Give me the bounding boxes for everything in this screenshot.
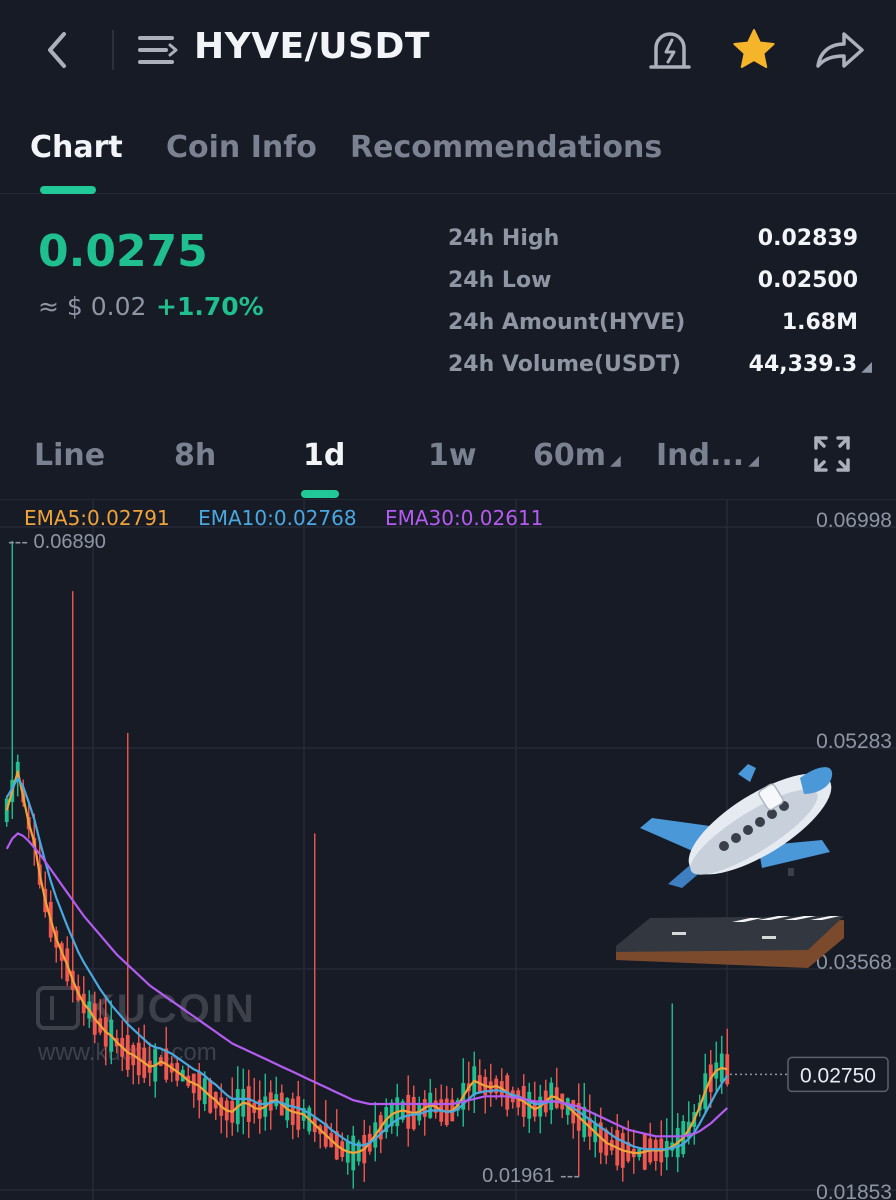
fullscreen-button[interactable] [812,434,852,474]
interval-line[interactable]: Line [34,438,105,473]
share-arrow-icon [816,32,864,68]
dropdown-triangle-icon: ◢ [610,453,621,469]
ema10-label: EMA10:0.02768 [198,506,357,530]
active-interval-indicator [301,490,339,498]
ema30-label: EMA30:0.02611 [384,506,544,530]
tab-bar: Chart Coin Info Recommendations [0,110,896,194]
tab-chart[interactable]: Chart [30,130,123,165]
y-axis-tick-label: 0.01853 [816,1181,892,1200]
price-alert-button[interactable] [646,26,694,74]
menu-icon [138,36,178,64]
dropdown-triangle-icon: ◢ [748,453,759,469]
stat-label-24h-amount: 24h Amount(HYVE) [448,310,686,335]
indicators-label: Ind... [656,438,745,473]
share-button[interactable] [812,26,866,74]
favorite-button[interactable] [730,26,778,74]
tab-recommendations[interactable]: Recommendations [350,130,662,165]
stat-label-24h-high: 24h High [448,226,560,251]
interval-1w[interactable]: 1w [428,438,477,473]
interval-60m-label: 60m [533,438,607,473]
ema-legend: EMA5:0.02791 EMA10:0.02768 EMA30:0.02611 [24,506,565,530]
stat-value-24h-high: 0.02839 [757,226,858,251]
header-divider [112,30,114,70]
y-axis-tick-label: 0.06998 [816,509,892,532]
pair-menu-button[interactable] [136,30,180,70]
stat-value-24h-low: 0.02500 [757,268,858,293]
star-icon [733,29,775,68]
fullscreen-expand-icon [814,436,850,472]
y-axis-tick-label: 0.05283 [816,730,892,753]
fiat-price: ≈ $ 0.02 [38,292,147,321]
stat-value-24h-volume-text: 44,339.3 [748,352,858,377]
last-price: 0.0275 [38,226,208,277]
airplane-icon [640,764,833,888]
back-button[interactable] [40,28,76,72]
min-price-marker: 0.01961 --- [482,1165,580,1187]
dropdown-triangle-icon: ◢ [861,359,872,375]
indicators-dropdown[interactable]: Ind... ◢ [656,438,759,473]
stat-label-24h-low: 24h Low [448,268,552,293]
active-tab-indicator [40,186,96,194]
max-price-marker: --- 0.06890 [8,531,106,553]
stat-label-24h-volume: 24h Volume(USDT) [448,352,682,377]
tab-coin-info[interactable]: Coin Info [166,130,317,165]
last-price-label: 0.02750 [800,1064,876,1087]
pair-title[interactable]: HYVE/USDT [194,26,430,67]
price-alert-bell-icon [649,32,691,69]
airplane-takeoff-sticker [616,764,844,968]
interval-bar: Line 8h 1d 1w 60m ◢ Ind... ◢ [0,420,896,500]
stat-value-24h-amount: 1.68M [781,310,858,335]
kucoin-watermark: KUCOIN www.kucoin.com [36,986,254,1066]
ema5-label: EMA5:0.02791 [24,506,170,530]
kucoin-logo-icon [36,986,80,1030]
runway-icon [616,916,844,968]
interval-60m[interactable]: 60m ◢ [533,438,621,473]
top-bar: HYVE/USDT [0,0,896,100]
interval-1d[interactable]: 1d [303,438,345,473]
stat-value-24h-volume[interactable]: 44,339.3 ◢ [749,352,872,377]
price-change: +1.70% [156,292,264,321]
chevron-left-icon [48,32,66,68]
interval-8h[interactable]: 8h [174,438,216,473]
